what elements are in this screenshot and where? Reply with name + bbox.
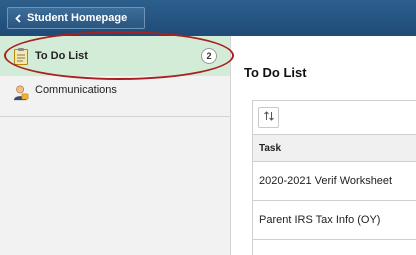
count-badge: 2 — [201, 48, 217, 64]
page-title: To Do List — [244, 65, 307, 80]
top-banner: Student Homepage — [0, 0, 416, 36]
grid-toolbar — [253, 101, 416, 135]
sidebar: To Do List 2 Communications — [0, 36, 231, 255]
person-icon — [13, 84, 29, 102]
table-row[interactable]: 2020-2021 Verif Worksheet — [253, 162, 416, 201]
sort-icon — [263, 109, 275, 127]
clipboard-icon — [13, 47, 29, 65]
task-grid: Task 2020-2021 Verif Worksheet Parent IR… — [252, 100, 416, 255]
column-header-task[interactable]: Task — [253, 135, 416, 162]
back-to-homepage-button[interactable]: Student Homepage — [7, 7, 145, 29]
sidebar-item-label: Communications — [35, 84, 117, 96]
sort-button[interactable] — [258, 107, 279, 128]
sidebar-item-communications[interactable]: Communications — [0, 76, 230, 117]
sidebar-item-to-do-list[interactable]: To Do List 2 — [0, 36, 230, 76]
back-button-label: Student Homepage — [27, 12, 128, 24]
sidebar-item-label: To Do List — [35, 50, 88, 62]
chevron-left-icon — [15, 13, 21, 23]
table-row[interactable]: Parent IRS Tax Info (OY) — [253, 201, 416, 240]
